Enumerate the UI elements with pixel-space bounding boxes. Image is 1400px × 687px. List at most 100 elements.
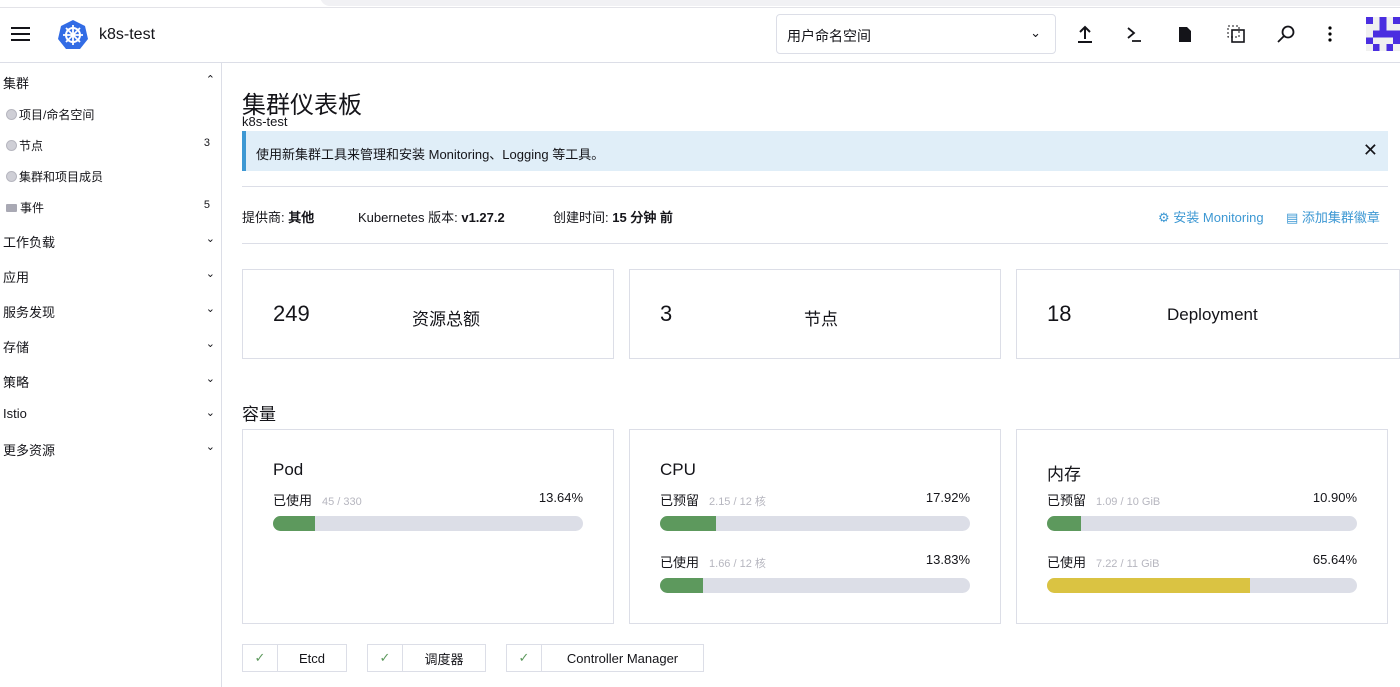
cluster-name: k8s-test	[99, 26, 156, 43]
install-monitoring-link[interactable]: ⚙ 安装 Monitoring	[1158, 207, 1264, 226]
sidebar-group-label: Istio	[3, 406, 27, 421]
check-icon: ✓	[507, 645, 542, 671]
more-vertical-icon[interactable]	[1318, 22, 1342, 46]
gauge-label: 已预留 1.09 / 10 GiB	[1047, 493, 1161, 508]
gauge-bar-fill	[1047, 578, 1251, 593]
gauge-percent: 17.92%	[925, 490, 970, 505]
chevron-down-icon: ⌄	[205, 233, 215, 245]
sidebar-item-members[interactable]: 集群和项目成员	[6, 168, 210, 185]
gauge-percent: 65.64%	[1312, 552, 1357, 567]
chevron-down-icon: ⌄	[1030, 25, 1041, 40]
check-icon: ✓	[368, 645, 403, 671]
menu-icon[interactable]	[11, 27, 30, 41]
globe-icon	[6, 171, 17, 182]
chevron-down-icon: ⌄	[205, 268, 215, 280]
gauge-label: 已使用 1.66 / 12 核	[660, 555, 766, 570]
gauge-bar-fill	[660, 578, 703, 593]
capacity-title: 容量	[242, 405, 276, 424]
gauge-title: 内存	[1047, 465, 1081, 484]
upload-icon[interactable]	[1073, 22, 1097, 46]
sidebar-group-service-discovery[interactable]: 服务发现 ⌄	[3, 302, 215, 321]
count-value: 249	[273, 301, 310, 326]
search-icon[interactable]	[1274, 22, 1298, 46]
component-status-scheduler: ✓ 调度器	[367, 644, 486, 672]
add-badge-link[interactable]: ▤ 添加集群徽章	[1286, 207, 1380, 226]
sidebar-group-apps[interactable]: 应用 ⌄	[3, 267, 215, 286]
sidebar-group-cluster[interactable]: 集群 ⌃	[3, 73, 215, 92]
count-value: 18	[1047, 301, 1072, 326]
gauge-percent: 13.83%	[925, 552, 970, 567]
namespace-select-value: 用户命名空间	[787, 28, 871, 44]
sidebar-item-events[interactable]: 事件 5	[6, 199, 210, 216]
gauge-bar	[273, 516, 583, 531]
sidebar-item-nodes[interactable]: 节点 3	[6, 137, 210, 154]
gauge-title: CPU	[660, 460, 696, 479]
count-label: Deployment	[1167, 305, 1258, 324]
gauge-label: 已使用 7.22 / 11 GiB	[1047, 555, 1160, 570]
sidebar-group-label: 工作负载	[3, 235, 56, 250]
gear-icon: ⚙	[1158, 210, 1170, 225]
sidebar-group-label: 应用	[3, 270, 30, 285]
gauge-bar	[1047, 578, 1357, 593]
chevron-down-icon: ⌄	[205, 373, 215, 385]
globe-icon	[6, 109, 17, 120]
gauge-bar-fill	[273, 516, 316, 531]
component-status-etcd: ✓ Etcd	[242, 644, 347, 672]
sidebar-item-projects[interactable]: 项目/命名空间	[6, 106, 210, 123]
file-icon[interactable]	[1173, 22, 1197, 46]
chevron-down-icon: ⌄	[205, 338, 215, 350]
gauge-percent: 13.64%	[538, 490, 583, 505]
badge-icon: ▤	[1286, 210, 1299, 225]
sidebar-group-label: 集群	[3, 76, 30, 91]
gauge-detail: 7.22 / 11 GiB	[1096, 558, 1160, 570]
provider-info: 提供商: 其他	[242, 210, 315, 225]
count-label: 节点	[804, 310, 838, 329]
sidebar: 集群 ⌃ 项目/命名空间 节点 3 集群和项目成员 事件 5 工作负载 ⌄ 应用 ⌄ 服务…	[0, 63, 222, 687]
created-info: 创建时间: 15 分钟 前	[553, 210, 673, 225]
close-icon[interactable]: ✕	[1363, 140, 1378, 161]
count-value: 3	[660, 301, 673, 326]
copy-config-icon[interactable]	[1224, 22, 1248, 46]
sidebar-group-more-resources[interactable]: 更多资源 ⌄	[3, 440, 215, 459]
page-subtitle: k8s-test	[242, 114, 288, 129]
gauge-bar	[660, 516, 970, 531]
sidebar-group-label: 策略	[3, 375, 30, 390]
sidebar-group-label: 存储	[3, 340, 30, 355]
gauge-bar	[1047, 516, 1357, 531]
avatar[interactable]	[1366, 16, 1400, 52]
chevron-down-icon: ⌄	[205, 441, 215, 453]
sidebar-item-count: 3	[203, 137, 210, 149]
sidebar-group-istio[interactable]: Istio ⌄	[3, 406, 215, 421]
gauge-label: 已使用 45 / 330	[273, 493, 362, 508]
divider	[242, 243, 1388, 244]
sidebar-item-label: 集群和项目成员	[19, 170, 104, 184]
gauge-bar-fill	[1047, 516, 1081, 531]
banner-text: 使用新集群工具来管理和安装 Monitoring、Logging 等工具。	[256, 147, 605, 162]
chevron-down-icon: ⌄	[205, 407, 215, 419]
gauge-detail: 2.15 / 12 核	[709, 496, 766, 508]
gauge-bar-fill	[660, 516, 716, 531]
namespace-select[interactable]: 用户命名空间 ⌄	[776, 14, 1056, 54]
gauge-label: 已预留 2.15 / 12 核	[660, 493, 766, 508]
count-label: 资源总额	[412, 310, 480, 329]
sidebar-item-count: 5	[203, 199, 210, 211]
sidebar-group-workloads[interactable]: 工作负载 ⌄	[3, 232, 215, 251]
component-status-controller-manager: ✓ Controller Manager	[506, 644, 704, 672]
k8s-version-info: Kubernetes 版本: v1.27.2	[358, 210, 505, 225]
gauge-detail: 1.66 / 12 核	[709, 558, 766, 570]
sidebar-item-label: 事件	[20, 201, 45, 215]
chevron-up-icon: ⌃	[205, 74, 215, 86]
gauge-detail: 1.09 / 10 GiB	[1096, 496, 1161, 508]
gauge-percent: 10.90%	[1312, 490, 1357, 505]
folder-icon	[6, 204, 17, 212]
sidebar-group-label: 更多资源	[3, 443, 56, 458]
terminal-icon[interactable]	[1122, 22, 1146, 46]
sidebar-group-policy[interactable]: 策略 ⌄	[3, 372, 215, 391]
header: k8s-test 用户命名空间 ⌄	[0, 8, 1400, 63]
sidebar-group-storage[interactable]: 存储 ⌄	[3, 337, 215, 356]
gauge-detail: 45 / 330	[322, 496, 362, 508]
divider	[242, 186, 1388, 187]
sidebar-item-label: 项目/命名空间	[19, 108, 95, 122]
kubernetes-logo	[58, 20, 88, 49]
browser-strip	[0, 0, 1400, 8]
